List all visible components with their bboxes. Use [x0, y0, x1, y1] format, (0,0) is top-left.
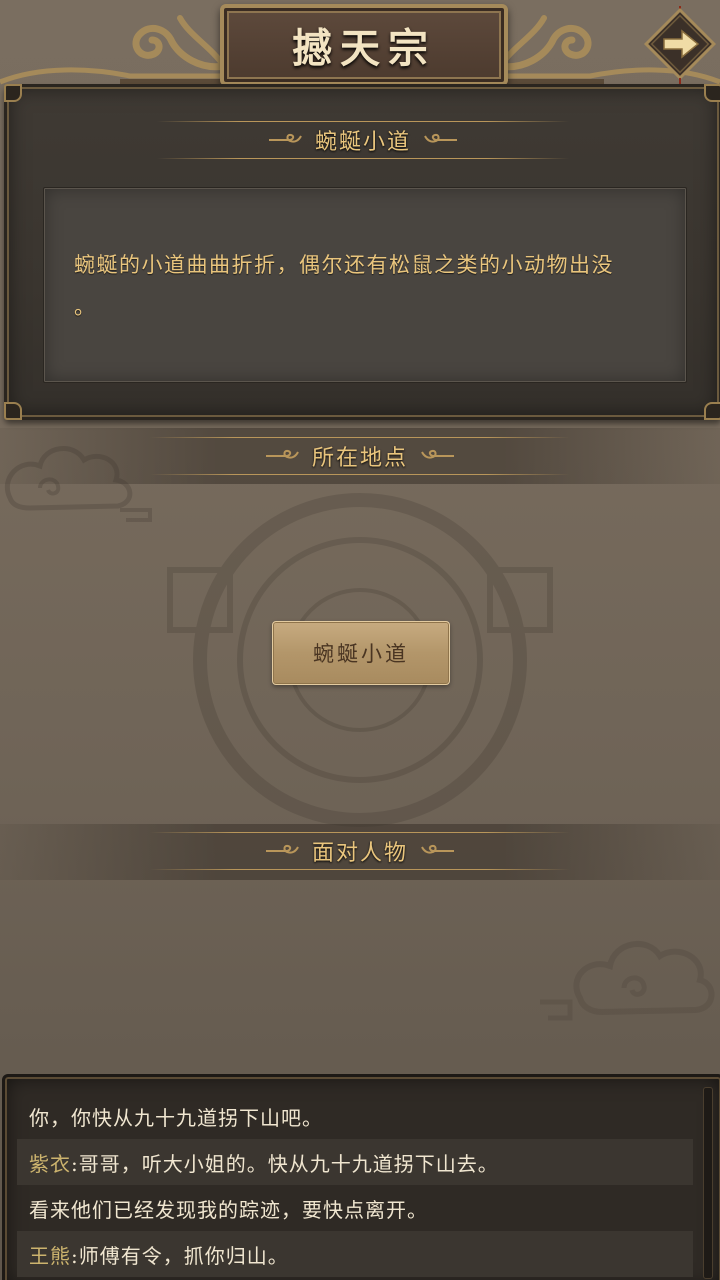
divider — [157, 158, 569, 159]
log-line: 紫衣:哥哥，听大小姐的。快从九十九道拐下山去。 — [17, 1139, 693, 1185]
log-scrollbar[interactable] — [703, 1087, 713, 1279]
log-text: :师傅有令，抓你归山。 — [71, 1243, 289, 1268]
title-plaque: 撼天宗 — [220, 4, 508, 86]
location-section-title: 所在地点 — [311, 446, 408, 471]
game-screen: 撼天宗 蜿蜒小道 蜿蜒的小道曲曲折折，偶尔还有松鼠之类的小动物出没 。 所在地点… — [0, 0, 720, 1280]
log-speaker: 王熊 — [29, 1243, 71, 1268]
divider — [150, 474, 570, 475]
log-text: 你，你快从九十九道拐下山吧。 — [29, 1105, 323, 1130]
page-title: 撼天宗 — [292, 25, 436, 72]
panel-corner — [704, 402, 720, 420]
cloud-decoration-right-icon — [540, 940, 715, 1021]
message-log[interactable]: 你，你快从九十九道拐下山吧。 紫衣:哥哥，听大小姐的。快从九十九道拐下山去。 看… — [2, 1074, 720, 1280]
panel-corner — [4, 84, 22, 102]
scene-description: 蜿蜒的小道曲曲折折，偶尔还有松鼠之类的小动物出没 。 — [74, 244, 680, 328]
log-text: :哥哥，听大小姐的。快从九十九道拐下山去。 — [71, 1151, 499, 1176]
divider — [157, 121, 569, 122]
log-line: 你，你快从九十九道拐下山吧。 — [17, 1093, 693, 1139]
log-text: 看来他们已经发现我的踪迹，要快点离开。 — [29, 1197, 428, 1222]
panel-corner — [4, 402, 22, 420]
location-title-bar: 所在地点 — [0, 431, 720, 481]
scene-title-bar: 蜿蜒小道 — [7, 115, 719, 165]
description-box: 蜿蜒的小道曲曲折折，偶尔还有松鼠之类的小动物出没 。 — [43, 187, 687, 383]
description-line: 。 — [74, 295, 97, 319]
scene-title: 蜿蜒小道 — [314, 130, 411, 155]
characters-title-bar: 面对人物 — [0, 826, 720, 876]
description-line: 蜿蜒的小道曲曲折折，偶尔还有松鼠之类的小动物出没 — [74, 253, 614, 277]
swirl-right-icon — [421, 844, 454, 854]
log-line: 王熊:师傅有令，抓你归山。 — [17, 1231, 693, 1277]
log-line: 看来他们已经发现我的踪迹，要快点离开。 — [17, 1185, 693, 1231]
swirl-left-icon — [268, 133, 302, 143]
log-speaker: 紫衣 — [29, 1151, 71, 1176]
divider — [150, 869, 570, 870]
characters-section-title: 面对人物 — [311, 841, 408, 866]
swirl-left-icon — [265, 844, 299, 854]
divider — [150, 832, 570, 833]
divider — [150, 437, 570, 438]
panel-corner — [704, 84, 720, 102]
next-button[interactable] — [643, 6, 717, 103]
swirl-right-icon — [421, 449, 454, 459]
scene-panel: 蜿蜒小道 蜿蜒的小道曲曲折折，偶尔还有松鼠之类的小动物出没 。 — [4, 84, 720, 420]
location-button[interactable]: 蜿蜒小道 — [272, 621, 450, 685]
swirl-right-icon — [424, 133, 457, 143]
swirl-left-icon — [265, 449, 299, 459]
